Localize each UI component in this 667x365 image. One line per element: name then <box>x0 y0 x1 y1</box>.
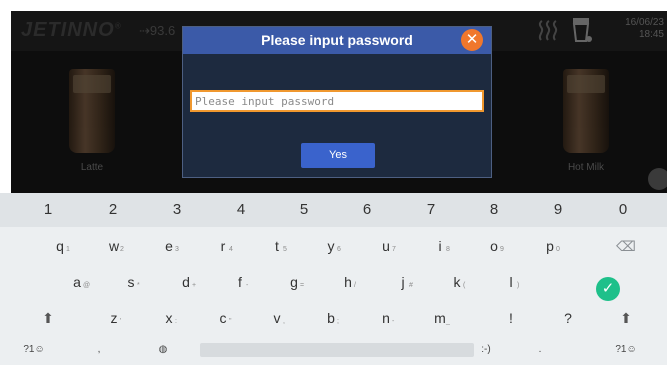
key-8[interactable]: 8 <box>461 193 527 227</box>
shift-left-key[interactable]: ⬆ <box>18 301 78 335</box>
key-o[interactable]: o9 <box>464 229 524 263</box>
key-i[interactable]: i8 <box>410 229 470 263</box>
key-l[interactable]: l) <box>481 265 541 299</box>
backspace-key[interactable]: ⌫ <box>596 229 656 263</box>
dialog-title: Please input password <box>261 32 413 48</box>
symbols-left-key[interactable]: ?1☺ <box>4 333 64 365</box>
key-g[interactable]: g = <box>264 265 324 299</box>
key-1[interactable]: 1 <box>15 193 81 227</box>
key-2[interactable]: 2 <box>80 193 146 227</box>
key-a[interactable]: a @ <box>47 265 107 299</box>
key-7[interactable]: 7 <box>398 193 464 227</box>
drink-label: Hot Milk <box>567 162 605 173</box>
time-text: 18:45 <box>638 29 664 40</box>
cup-dispenser-icon <box>572 18 592 42</box>
soft-keyboard: 1 2 3 4 5 6 7 8 9 0 q1 w2 e3 r4 t5 y6 u7… <box>0 193 667 365</box>
key-b[interactable]: b; <box>301 301 361 335</box>
emoticon-key[interactable]: :-) <box>456 333 516 365</box>
date-time: 16/06/23 18:45 <box>604 17 664 41</box>
jetinno-logo: JETINNO® <box>21 19 122 41</box>
key-4[interactable]: 4 <box>208 193 274 227</box>
number-row: 1 2 3 4 5 6 7 8 9 0 <box>0 193 667 227</box>
close-icon: ✕ <box>465 31 479 48</box>
shift-icon: ⬆ <box>42 310 54 326</box>
shift-icon: ⬆ <box>620 310 632 326</box>
space-key[interactable] <box>200 343 474 357</box>
key-0[interactable]: 0 <box>590 193 656 227</box>
key-k[interactable]: k( <box>427 265 487 299</box>
heating-icon <box>538 20 558 41</box>
symbols-right-key[interactable]: ?1☺ <box>596 333 656 365</box>
key-c[interactable]: c " <box>193 301 253 335</box>
password-dialog: Please input password ✕ Yes <box>182 26 492 178</box>
key-j[interactable]: j # <box>373 265 433 299</box>
key-y[interactable]: y6 <box>301 229 361 263</box>
key-q[interactable]: q1 <box>30 229 90 263</box>
dialog-header: Please input password ✕ <box>183 27 491 54</box>
key-w[interactable]: w2 <box>84 229 144 263</box>
yes-button[interactable]: Yes <box>301 143 375 168</box>
key-9[interactable]: 9 <box>525 193 591 227</box>
period-key[interactable]: . <box>510 333 570 365</box>
key-x[interactable]: x: <box>139 301 199 335</box>
key-d[interactable]: d + <box>156 265 216 299</box>
edge-handle <box>648 168 667 190</box>
date-text: 16/06/23 <box>625 17 664 28</box>
key-r[interactable]: r4 <box>193 229 253 263</box>
drink-latte[interactable]: Latte <box>59 63 125 173</box>
machine-screen: JETINNO® ⇢93.6 16/06/23 18:45 Latte Hot … <box>11 11 667 193</box>
key-z[interactable]: z ' <box>84 301 144 335</box>
drink-hot-milk[interactable]: Hot Milk <box>553 63 619 173</box>
drink-image <box>69 69 115 153</box>
key-p[interactable]: p0 <box>520 229 580 263</box>
done-button[interactable]: ✓ <box>596 277 620 301</box>
key-e[interactable]: e3 <box>139 229 199 263</box>
backspace-icon: ⌫ <box>616 238 636 254</box>
key-m[interactable]: m _ <box>410 301 470 335</box>
key-3[interactable]: 3 <box>144 193 210 227</box>
key-6[interactable]: 6 <box>334 193 400 227</box>
key-v[interactable]: v, <box>247 301 307 335</box>
key-exclamation[interactable]: ! <box>481 301 541 335</box>
key-f[interactable]: f- <box>210 265 270 299</box>
key-n[interactable]: n- <box>356 301 416 335</box>
comma-key[interactable]: , <box>69 333 129 365</box>
key-s[interactable]: s * <box>101 265 161 299</box>
shift-right-key[interactable]: ⬆ <box>596 301 656 335</box>
key-5[interactable]: 5 <box>271 193 337 227</box>
drink-image <box>563 69 609 153</box>
key-u[interactable]: u7 <box>356 229 416 263</box>
password-input[interactable] <box>190 90 484 112</box>
close-button[interactable]: ✕ <box>461 29 483 51</box>
key-question[interactable]: ? <box>538 301 598 335</box>
language-key[interactable]: ◍ <box>133 333 193 365</box>
key-t[interactable]: t5 <box>247 229 307 263</box>
key-h[interactable]: h / <box>318 265 378 299</box>
temperature-readout: ⇢93.6 <box>139 23 176 38</box>
check-icon: ✓ <box>601 280 615 297</box>
drink-label: Latte <box>80 162 104 173</box>
globe-icon: ◍ <box>158 344 168 355</box>
